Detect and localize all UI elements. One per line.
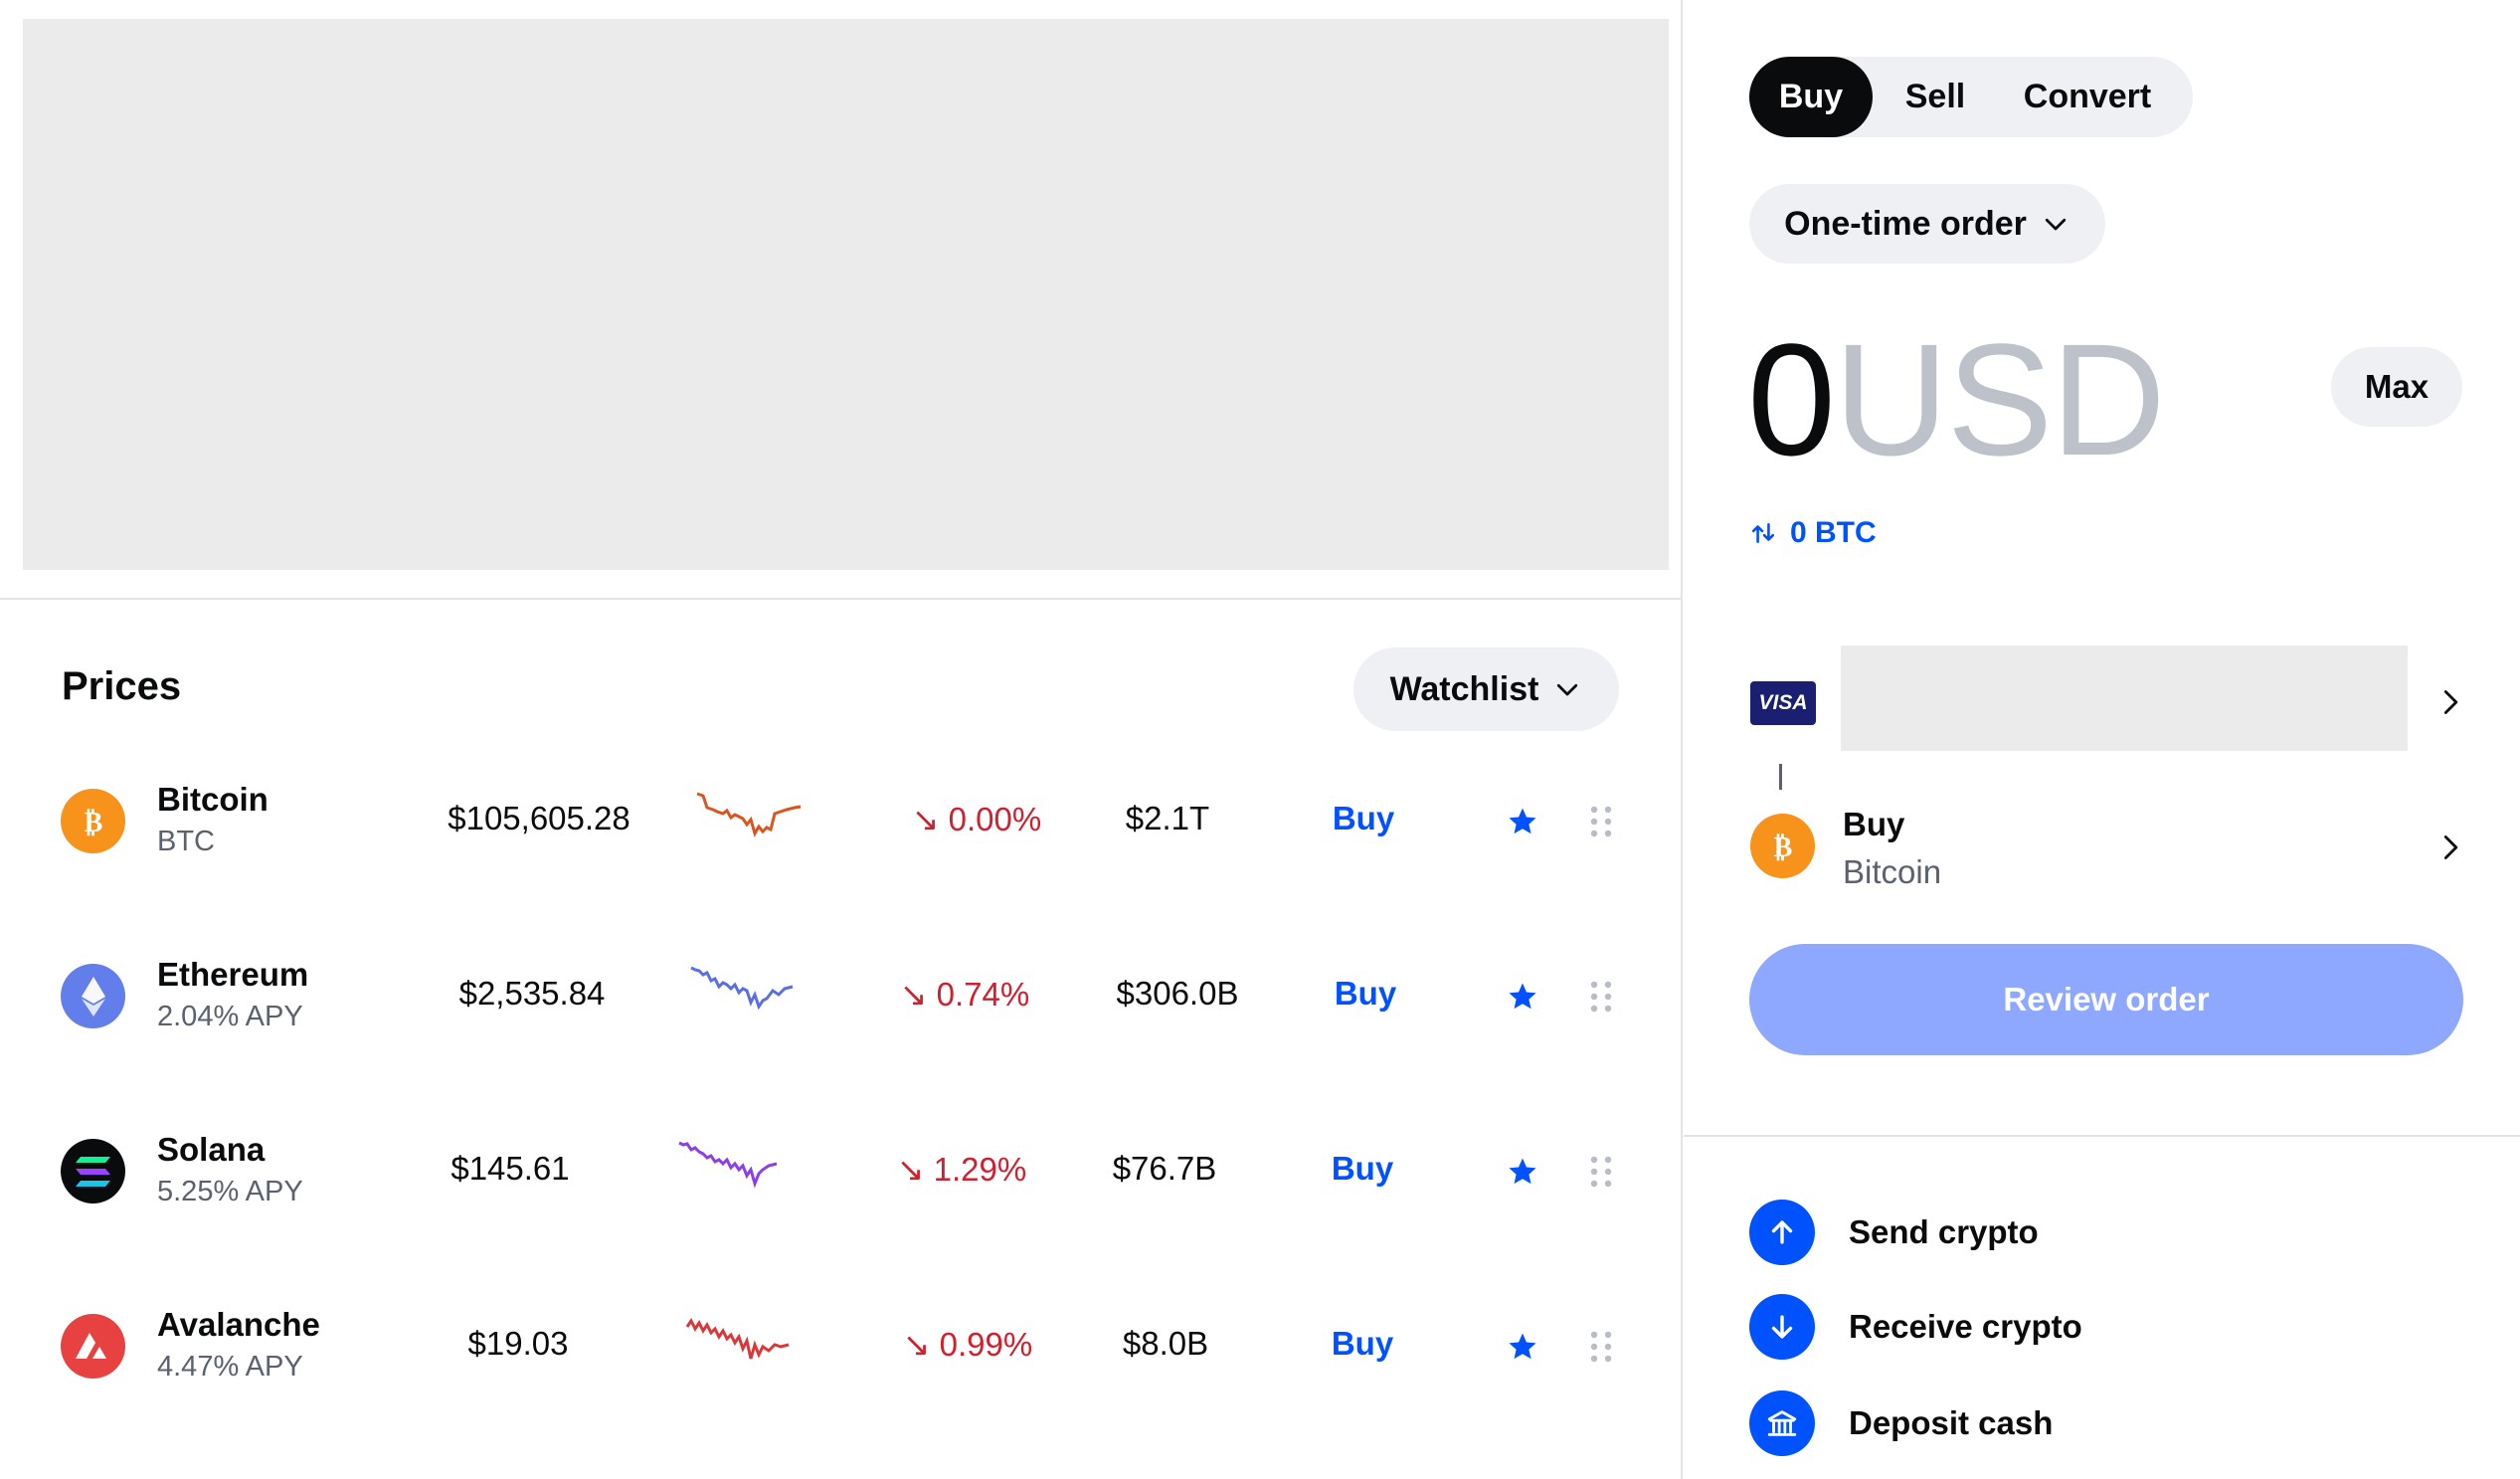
trade-panel: Buy Sell Convert One-time order 0USD Max…: [1684, 0, 2520, 1479]
send-crypto-action[interactable]: Send crypto: [1749, 1200, 2039, 1265]
price-row-avalanche[interactable]: Avalanche 4.47% APY $19.03 ↘ 0.99% $8.0B…: [0, 1259, 1683, 1434]
coin-apy: 2.04% APY: [157, 1001, 303, 1032]
watchlist-dropdown[interactable]: Watchlist: [1353, 647, 1619, 731]
avalanche-icon: [61, 1314, 125, 1379]
price-change: ↘ 0.00%: [911, 801, 1042, 837]
price-change: ↘ 0.99%: [902, 1326, 1033, 1363]
price-change: ↘ 0.74%: [899, 976, 1030, 1013]
buy-button[interactable]: Buy: [1313, 1150, 1412, 1188]
converted-amount: 0 BTC: [1790, 516, 1877, 549]
chevron-right-icon[interactable]: [2436, 684, 2464, 720]
bitcoin-icon: ₿: [61, 789, 125, 853]
drag-handle-icon[interactable]: [1588, 1154, 1614, 1190]
payment-method-placeholder[interactable]: [1841, 646, 2408, 751]
price-change: ↘ 1.29%: [896, 1151, 1027, 1188]
drag-handle-icon[interactable]: [1588, 804, 1614, 839]
bitcoin-icon: ₿: [1750, 814, 1815, 878]
receive-crypto-action[interactable]: Receive crypto: [1749, 1294, 2082, 1360]
price-row-solana[interactable]: Solana 5.25% APY $145.61 ↘ 1.29% $76.7B …: [0, 1084, 1683, 1259]
star-icon[interactable]: [1506, 1155, 1539, 1189]
order-type-label: One-time order: [1784, 204, 2027, 243]
ethereum-icon: [61, 964, 125, 1028]
action-label: Receive crypto: [1849, 1308, 2082, 1345]
sparkline-chart: [678, 1141, 778, 1189]
order-type-dropdown[interactable]: One-time order: [1749, 184, 2105, 264]
main-panel: Prices Watchlist ₿ Bitcoin BTC $105,605.…: [0, 0, 1683, 1479]
coin-name: Avalanche: [157, 1306, 320, 1343]
bank-icon: [1749, 1390, 1815, 1456]
tab-buy[interactable]: Buy: [1749, 57, 1873, 137]
section-divider: [1684, 1135, 2520, 1137]
star-icon[interactable]: [1506, 805, 1539, 838]
section-divider: [0, 598, 1683, 600]
price-row-ethereum[interactable]: Ethereum 2.04% APY $2,535.84 ↘ 0.74% $30…: [0, 909, 1683, 1084]
buy-button[interactable]: Buy: [1313, 1325, 1412, 1363]
coin-apy: 5.25% APY: [157, 1176, 303, 1207]
deposit-cash-action[interactable]: Deposit cash: [1749, 1390, 2053, 1456]
star-icon[interactable]: [1506, 1330, 1539, 1364]
chevron-right-icon[interactable]: [2436, 830, 2464, 865]
connector-line: [1779, 764, 1782, 790]
arrow-down-icon: [1749, 1294, 1815, 1360]
coin-name: Solana: [157, 1131, 266, 1168]
buy-asset-name: Bitcoin: [1843, 853, 1942, 890]
market-cap: $76.7B: [1112, 1150, 1217, 1187]
svg-text:₿: ₿: [84, 806, 102, 838]
prices-title: Prices: [62, 664, 182, 708]
tab-sell[interactable]: Sell: [1881, 57, 1990, 137]
max-button[interactable]: Max: [2331, 347, 2462, 427]
sparkline-chart: [685, 1318, 790, 1360]
buy-button[interactable]: Buy: [1314, 800, 1413, 837]
tab-convert[interactable]: Convert: [1998, 57, 2177, 137]
action-label: Deposit cash: [1849, 1404, 2054, 1441]
sparkline-chart: [696, 792, 802, 837]
market-cap: $2.1T: [1125, 800, 1210, 836]
coin-symbol: BTC: [157, 826, 215, 857]
currency-toggle[interactable]: 0 BTC: [1750, 516, 1877, 550]
review-order-button[interactable]: Review order: [1749, 944, 2463, 1055]
market-cap: $306.0B: [1116, 975, 1239, 1012]
trade-mode-tabs: Buy Sell Convert: [1749, 57, 2193, 137]
arrow-up-icon: [1749, 1200, 1815, 1265]
solana-icon: [61, 1139, 125, 1203]
coin-apy: 4.47% APY: [157, 1351, 303, 1383]
coin-name: Bitcoin: [157, 781, 269, 818]
amount-currency: USD: [1833, 310, 2166, 488]
amount-value: 0: [1747, 310, 1836, 488]
svg-text:₿: ₿: [1773, 831, 1792, 863]
coin-price: $19.03: [467, 1325, 569, 1362]
drag-handle-icon[interactable]: [1588, 1329, 1614, 1365]
coin-price: $145.61: [450, 1150, 570, 1187]
coin-price: $105,605.28: [448, 800, 630, 836]
star-icon[interactable]: [1506, 980, 1539, 1014]
coin-price: $2,535.84: [458, 975, 606, 1012]
buy-asset-label: Buy: [1843, 806, 1905, 842]
market-cap: $8.0B: [1122, 1325, 1209, 1362]
amount-input[interactable]: 0USD: [1747, 310, 2166, 489]
visa-card-icon: VISA: [1750, 681, 1816, 725]
chevron-down-icon: [2045, 218, 2066, 231]
chevron-down-icon: [1557, 683, 1578, 696]
watchlist-label: Watchlist: [1389, 669, 1539, 708]
sparkline-chart: [690, 966, 794, 1011]
buy-button[interactable]: Buy: [1316, 975, 1415, 1013]
action-label: Send crypto: [1849, 1213, 2039, 1250]
coin-name: Ethereum: [157, 956, 309, 993]
drag-handle-icon[interactable]: [1588, 979, 1614, 1015]
swap-arrows-icon: [1751, 523, 1775, 543]
price-row-bitcoin[interactable]: ₿ Bitcoin BTC $105,605.28 ↘ 0.00% $2.1T …: [0, 734, 1683, 909]
banner-placeholder: [23, 19, 1669, 570]
